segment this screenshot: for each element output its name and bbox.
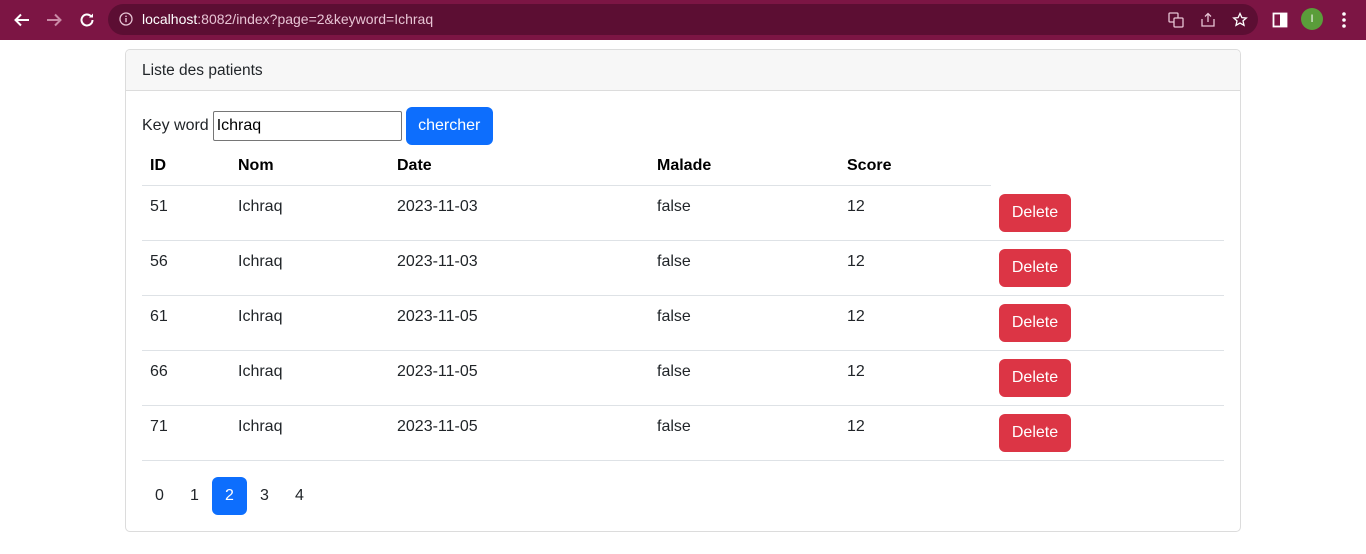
table-header: ID Nom Date Malade Score — [142, 147, 991, 186]
url-text[interactable]: localhost:8082/index?page=2&keyword=Ichr… — [142, 4, 433, 35]
delete-button[interactable]: Delete — [999, 249, 1071, 287]
page-link-3[interactable]: 3 — [247, 477, 282, 515]
keyword-input[interactable] — [212, 111, 402, 141]
table-row: 51 Ichraq 2023-11-03 false 12 Delete — [142, 186, 1224, 241]
bookmark-star-icon[interactable] — [1231, 11, 1249, 29]
cell-score: 12 — [847, 418, 865, 435]
patients-card: Liste des patients Key word chercher ID … — [125, 49, 1241, 532]
forward-arrow-icon[interactable] — [42, 8, 66, 32]
header-id: ID — [150, 157, 166, 174]
cell-malade: false — [657, 253, 691, 270]
header-malade: Malade — [657, 157, 712, 174]
card-title: Liste des patients — [126, 50, 1240, 91]
cell-date: 2023-11-05 — [397, 363, 478, 380]
cell-score: 12 — [847, 253, 865, 270]
delete-button[interactable]: Delete — [999, 194, 1071, 232]
cell-score: 12 — [847, 308, 865, 325]
address-bar[interactable]: localhost:8082/index?page=2&keyword=Ichr… — [108, 4, 1258, 35]
table-row: 61 Ichraq 2023-11-05 false 12 Delete — [142, 296, 1224, 351]
page-link-0[interactable]: 0 — [142, 477, 177, 515]
profile-avatar[interactable]: I — [1301, 8, 1323, 30]
browser-toolbar: localhost:8082/index?page=2&keyword=Ichr… — [0, 0, 1366, 40]
table-row: 71 Ichraq 2023-11-05 false 12 Delete — [142, 406, 1224, 461]
cell-id: 51 — [150, 198, 168, 215]
cell-nom: Ichraq — [238, 253, 283, 270]
cell-malade: false — [657, 363, 691, 380]
site-info-icon[interactable] — [119, 12, 133, 26]
cell-id: 61 — [150, 308, 168, 325]
cell-nom: Ichraq — [238, 308, 283, 325]
cell-date: 2023-11-05 — [397, 418, 478, 435]
back-arrow-icon[interactable] — [10, 8, 34, 32]
header-nom: Nom — [238, 157, 274, 174]
search-button[interactable]: chercher — [405, 107, 493, 145]
cell-nom: Ichraq — [238, 198, 283, 215]
translate-icon[interactable] — [1167, 11, 1185, 29]
keyword-label: Key word — [142, 117, 209, 134]
header-date: Date — [397, 157, 432, 174]
cell-nom: Ichraq — [238, 418, 283, 435]
side-panel-icon[interactable] — [1268, 8, 1292, 32]
cell-malade: false — [657, 418, 691, 435]
delete-button[interactable]: Delete — [999, 414, 1071, 452]
cell-date: 2023-11-03 — [397, 198, 478, 215]
delete-button[interactable]: Delete — [999, 359, 1071, 397]
delete-button[interactable]: Delete — [999, 304, 1071, 342]
more-menu-icon[interactable] — [1332, 8, 1356, 32]
header-score: Score — [847, 157, 892, 174]
cell-score: 12 — [847, 198, 865, 215]
search-form: Key word chercher — [142, 107, 493, 145]
cell-id: 66 — [150, 363, 168, 380]
cell-malade: false — [657, 198, 691, 215]
cell-id: 56 — [150, 253, 168, 270]
patients-table: ID Nom Date Malade Score 51 Ichraq 2023-… — [142, 147, 1224, 461]
page-link-1[interactable]: 1 — [177, 477, 212, 515]
share-icon[interactable] — [1199, 11, 1217, 29]
cell-id: 71 — [150, 418, 168, 435]
page-link-4[interactable]: 4 — [282, 477, 317, 515]
cell-malade: false — [657, 308, 691, 325]
table-row: 66 Ichraq 2023-11-05 false 12 Delete — [142, 351, 1224, 406]
cell-nom: Ichraq — [238, 363, 283, 380]
cell-score: 12 — [847, 363, 865, 380]
page-link-2-active[interactable]: 2 — [212, 477, 247, 515]
cell-date: 2023-11-03 — [397, 253, 478, 270]
table-row: 56 Ichraq 2023-11-03 false 12 Delete — [142, 241, 1224, 296]
reload-icon[interactable] — [75, 8, 99, 32]
pagination: 0 1 2 3 4 — [142, 477, 317, 515]
cell-date: 2023-11-05 — [397, 308, 478, 325]
